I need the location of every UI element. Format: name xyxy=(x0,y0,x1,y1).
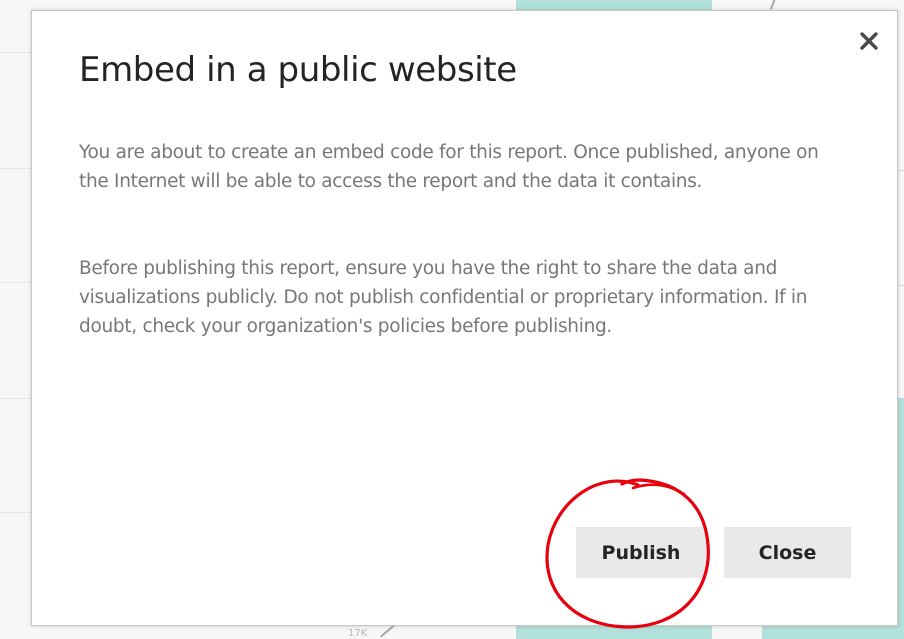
background-gridline xyxy=(0,282,34,283)
close-button[interactable]: Close xyxy=(724,527,851,578)
background-gridline xyxy=(0,398,34,399)
embed-dialog: Embed in a public website You are about … xyxy=(31,10,898,626)
background-bar-right xyxy=(762,625,904,639)
publish-button[interactable]: Publish xyxy=(576,527,706,578)
background-axis-label: 17K xyxy=(348,628,368,639)
background-bar-side xyxy=(897,398,904,639)
embed-warning-text: You are about to create an embed code fo… xyxy=(79,142,819,192)
close-icon[interactable] xyxy=(857,29,881,53)
publishing-guidance-text: Before publishing this report, ensure yo… xyxy=(79,258,808,337)
background-trend-line xyxy=(770,0,776,10)
background-bar-top xyxy=(516,0,712,10)
background-gridline xyxy=(0,512,34,513)
background-bar-bottom xyxy=(516,625,712,639)
background-gridline xyxy=(0,168,34,169)
dialog-title: Embed in a public website xyxy=(79,50,517,90)
background-gridline xyxy=(0,52,34,53)
